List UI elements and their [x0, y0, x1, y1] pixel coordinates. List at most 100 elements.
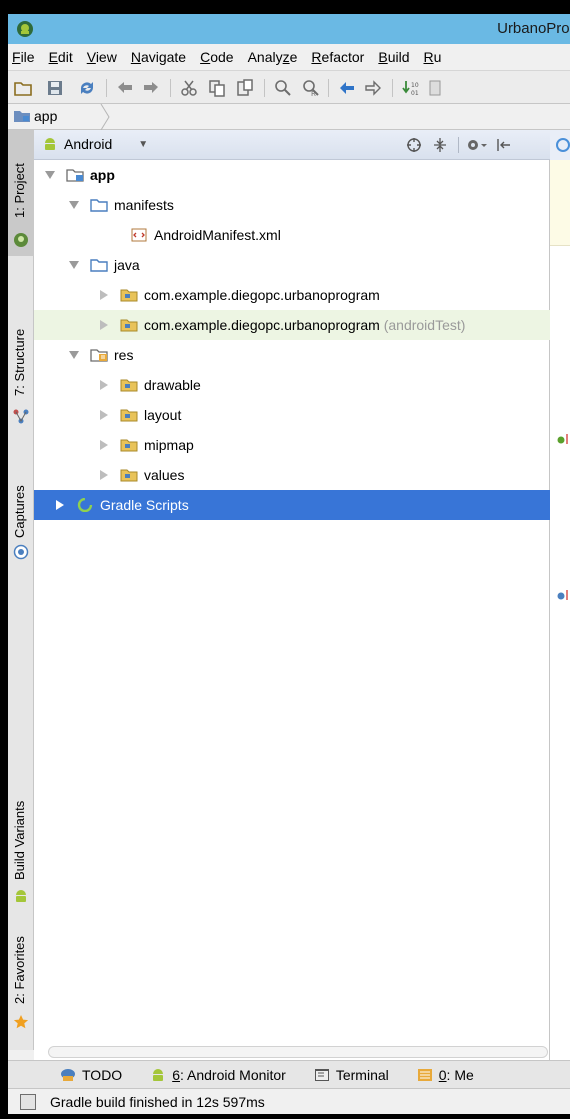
package-icon — [120, 409, 138, 422]
view-mode-dropdown[interactable]: Android ▼ — [42, 136, 148, 152]
tree-node-hint: (androidTest) — [383, 317, 466, 333]
more-toolbar-icon[interactable] — [428, 79, 446, 97]
cut-icon[interactable] — [180, 79, 198, 97]
menu-code-mnemonic: C — [200, 49, 211, 65]
status-bar: Gradle build finished in 12s 597ms — [8, 1088, 570, 1114]
tree-node-java[interactable]: java — [34, 250, 550, 280]
save-icon[interactable] — [46, 79, 64, 97]
menu-analyze[interactable]: Analyze — [242, 49, 306, 65]
collapse-all-icon[interactable] — [432, 137, 448, 153]
tab-structure[interactable]: 7: Structure — [8, 294, 34, 434]
package-icon — [120, 379, 138, 392]
copy-icon[interactable] — [208, 79, 226, 97]
tab-structure-label: 7: Structure — [12, 328, 27, 396]
project-panel: Android ▼ app manifests AndroidManifest.… — [34, 130, 550, 1060]
menu-analyze-label: e — [289, 49, 298, 65]
open-folder-icon[interactable] — [14, 79, 32, 97]
tree-node-android-manifest[interactable]: AndroidManifest.xml — [34, 220, 550, 250]
toggle-tool-windows-icon[interactable] — [20, 1093, 36, 1110]
tab-todo[interactable]: TODO — [60, 1067, 122, 1083]
expanded-arrow-icon — [45, 171, 55, 179]
expanded-arrow-icon — [69, 351, 79, 359]
tree-node-res[interactable]: res — [34, 340, 550, 370]
xml-file-icon — [131, 228, 147, 242]
undo-icon[interactable] — [116, 79, 134, 97]
horizontal-scrollbar[interactable] — [48, 1046, 548, 1058]
gutter-marker-icon — [557, 434, 568, 444]
tab-build-variants[interactable]: Build Variants — [8, 740, 34, 910]
messages-icon — [417, 1068, 432, 1081]
chevron-down-icon: ▼ — [138, 138, 149, 150]
hide-panel-icon[interactable] — [496, 137, 512, 153]
tree-node-label: Gradle Scripts — [100, 497, 189, 513]
module-folder-icon — [66, 169, 84, 182]
scroll-from-source-icon[interactable] — [406, 137, 422, 153]
menu-edit-label: dit — [57, 49, 73, 65]
collapsed-arrow-icon — [100, 470, 108, 480]
left-tool-strip: 1: Project 7: Structure Captures Build V… — [8, 130, 34, 1050]
tree-node-drawable[interactable]: drawable — [34, 370, 550, 400]
breadcrumb-separator-icon — [100, 104, 110, 130]
menu-refactor[interactable]: Refactor — [305, 49, 372, 65]
tree-node-app[interactable]: app — [34, 160, 550, 190]
gradle-icon — [77, 498, 93, 512]
menu-run[interactable]: Ru — [418, 49, 450, 65]
menu-analyze-mnemonic: z — [282, 49, 290, 65]
tab-project[interactable]: 1: Project — [8, 130, 34, 256]
tree-node-mipmap[interactable]: mipmap — [34, 430, 550, 460]
tab-terminal-label: Terminal — [335, 1066, 389, 1083]
tree-node-label: values — [144, 467, 185, 483]
captures-icon — [13, 544, 29, 560]
forward-icon[interactable] — [364, 79, 382, 97]
tree-node-label: drawable — [144, 377, 201, 393]
resource-folder-icon — [90, 349, 108, 362]
main-toolbar: R 10 01 — [8, 70, 570, 104]
menu-code[interactable]: Code — [194, 49, 241, 65]
tree-node-gradle-scripts[interactable]: Gradle Scripts — [34, 490, 550, 520]
menu-view[interactable]: View — [81, 49, 125, 65]
breadcrumb-app[interactable]: app — [14, 108, 57, 124]
back-icon[interactable] — [338, 79, 356, 97]
menu-run-label: u — [433, 49, 442, 65]
status-message: Gradle build finished in 12s 597ms — [50, 1093, 265, 1110]
menu-view-label: iew — [95, 49, 117, 65]
tree-node-values[interactable]: values — [34, 460, 550, 490]
menu-file[interactable]: File — [8, 49, 43, 65]
menu-view-mnemonic: V — [86, 49, 96, 65]
android-studio-icon — [17, 21, 33, 37]
menu-build[interactable]: Build — [372, 49, 417, 65]
redo-icon[interactable] — [142, 79, 160, 97]
tree-node-package-androidtest[interactable]: com.example.diegopc.urbanoprogram (andro… — [34, 310, 550, 340]
tree-node-package-main[interactable]: com.example.diegopc.urbanoprogram — [34, 280, 550, 310]
tab-messages[interactable]: 0: Me — [417, 1067, 474, 1083]
make-project-icon[interactable]: 1001 — [402, 79, 420, 97]
tab-favorites[interactable]: 2: Favorites — [8, 910, 34, 1040]
svg-text:01: 01 — [411, 90, 419, 97]
tab-favorites-label: 2: Favorites — [12, 936, 27, 1004]
menu-bar: File Edit View Navigate Code Analyze Ref… — [8, 44, 570, 70]
editor-edge — [550, 130, 570, 1060]
view-mode-label: Android — [64, 136, 113, 152]
tab-captures[interactable]: Captures — [8, 448, 34, 568]
menu-edit[interactable]: Edit — [43, 49, 81, 65]
paste-icon[interactable] — [236, 79, 254, 97]
find-icon[interactable] — [274, 79, 292, 97]
tab-android-monitor[interactable]: 6: Android Monitor — [150, 1067, 286, 1083]
replace-icon[interactable]: R — [302, 79, 320, 97]
tab-captures-label: Captures — [12, 485, 27, 538]
menu-file-label: ile — [20, 49, 35, 65]
navigation-bar: app — [8, 104, 570, 130]
tree-node-manifests[interactable]: manifests — [34, 190, 550, 220]
tab-terminal[interactable]: Terminal — [314, 1067, 389, 1083]
gear-icon[interactable] — [466, 137, 488, 153]
menu-navigate[interactable]: Navigate — [125, 49, 194, 65]
tab-todo-label: TODO — [82, 1066, 123, 1083]
tree-node-layout[interactable]: layout — [34, 400, 550, 430]
menu-run-mnemonic: R — [423, 49, 434, 65]
sync-icon[interactable] — [78, 79, 96, 97]
collapsed-arrow-icon — [100, 380, 108, 390]
toolbar-separator — [106, 79, 107, 97]
package-icon — [120, 319, 138, 332]
tree-node-label: java — [114, 257, 140, 273]
gutter-marker-icon — [557, 590, 568, 600]
